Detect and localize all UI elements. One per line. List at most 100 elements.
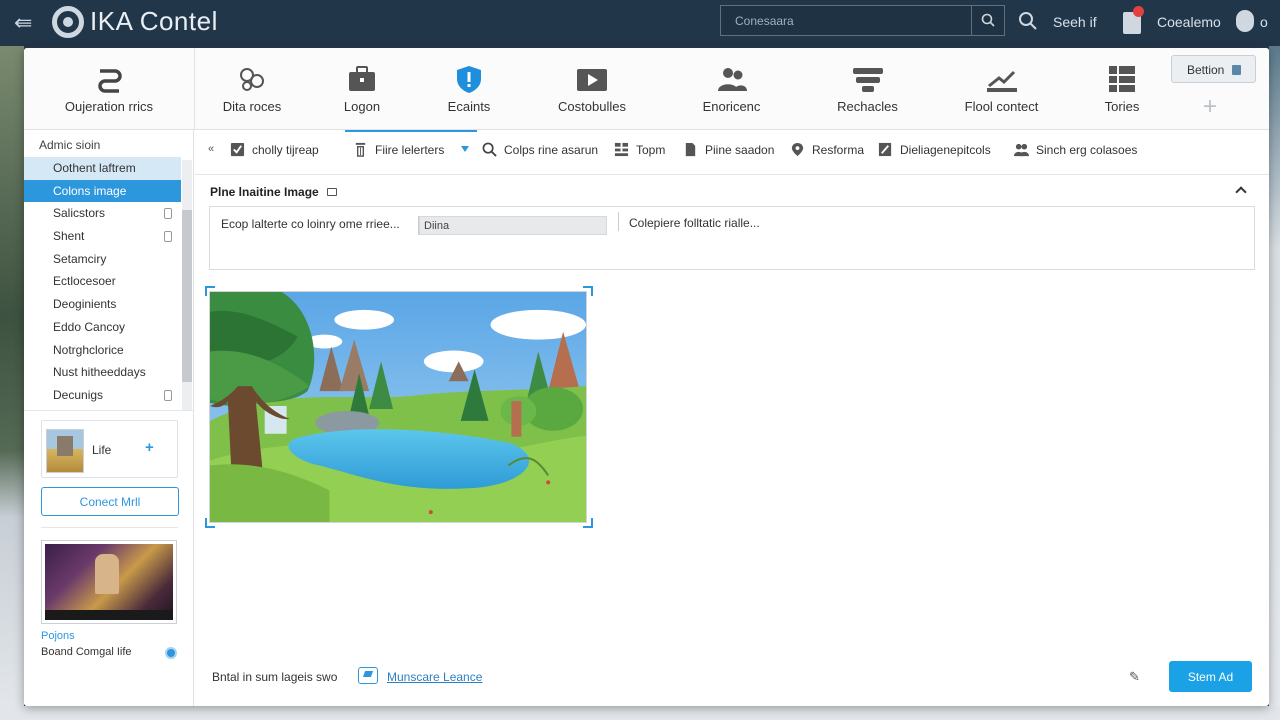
sidebar-item[interactable]: Ectlocesoer bbox=[24, 270, 181, 293]
edit-icon[interactable]: ✎ bbox=[1129, 669, 1140, 685]
microphone-icon[interactable] bbox=[1236, 10, 1254, 32]
briefcase-icon bbox=[349, 66, 375, 91]
search-icon bbox=[482, 142, 497, 158]
subbar-item-label: Colps rine asarun bbox=[504, 142, 599, 157]
sidebar-item[interactable]: Shent bbox=[24, 225, 181, 248]
toolbar-item-rechacles[interactable]: Rechacles bbox=[830, 48, 905, 130]
submit-button[interactable]: Stem Ad bbox=[1169, 661, 1252, 692]
license-link[interactable]: Munscare Leance bbox=[387, 670, 482, 684]
header-search-button[interactable] bbox=[971, 6, 1004, 35]
subbar-item[interactable]: cholly tijreap bbox=[230, 142, 319, 162]
header-search-box[interactable]: Conesaara bbox=[720, 5, 1005, 36]
back-arrow-icon[interactable]: ⇚ bbox=[14, 10, 32, 36]
subbar-item-label: Resforma bbox=[812, 142, 865, 157]
landscape-image bbox=[209, 291, 587, 523]
sidebar-scrollbar[interactable] bbox=[182, 160, 192, 410]
toolbar-item-tories[interactable]: Tories bbox=[1092, 48, 1152, 130]
toolbar-item-enoricenc[interactable]: Enoricenc bbox=[694, 48, 769, 130]
toolbar-item-logon[interactable]: Logon bbox=[327, 48, 397, 130]
toolbar-item-operations[interactable]: Oujeration rrics bbox=[24, 48, 194, 130]
user-name[interactable]: Coealemo bbox=[1157, 14, 1221, 30]
subbar-item[interactable]: Sinch erg colasoes bbox=[1014, 142, 1137, 162]
toolbar-item-label: Enoricenc bbox=[702, 99, 761, 114]
toolbar-item-data[interactable]: Dita roces bbox=[212, 48, 292, 130]
sidebar-item[interactable]: Colons image bbox=[24, 179, 181, 203]
footer-note: Bntal in sum lageis swo bbox=[212, 670, 338, 684]
life-thumbnail bbox=[46, 429, 84, 473]
sidebar-item[interactable]: Notrghclorice bbox=[24, 339, 181, 362]
background-bottom-strip bbox=[0, 706, 1280, 720]
license-checkbox[interactable] bbox=[358, 667, 378, 684]
toolbar-item-flool-contect[interactable]: Flool contect bbox=[959, 48, 1044, 130]
sidebar-item[interactable]: Setamciry bbox=[24, 248, 181, 271]
subbar-item[interactable]: Topm bbox=[614, 142, 665, 162]
toolbar-item-costobulles[interactable]: Costobulles bbox=[552, 48, 632, 130]
sidebar-item[interactable]: Eddo Cancoy bbox=[24, 316, 181, 339]
chevron-up-icon[interactable] bbox=[1235, 186, 1247, 198]
image-selection-frame[interactable] bbox=[205, 286, 593, 528]
filter-icon bbox=[355, 143, 366, 158]
sidebar-item-label: Colons image bbox=[53, 183, 127, 198]
connect-button[interactable]: Conect Mrll bbox=[41, 487, 179, 516]
sidebar-divider bbox=[41, 527, 178, 528]
section-button[interactable]: Bettion bbox=[1171, 55, 1256, 83]
chart-icon bbox=[986, 70, 1017, 92]
sidebar-item-label: Setamciry bbox=[53, 251, 107, 266]
add-icon[interactable]: + bbox=[1203, 93, 1217, 121]
sidebar-item-label: Notrghclorice bbox=[53, 342, 124, 357]
chevron-down-icon[interactable] bbox=[461, 146, 469, 152]
sidebar-item[interactable]: Salicstors bbox=[24, 202, 181, 225]
background-left-strip bbox=[0, 46, 24, 720]
life-card[interactable]: Life + bbox=[41, 420, 178, 478]
video-icon bbox=[577, 69, 607, 91]
subbar-item-active[interactable]: Fiire lelerters bbox=[353, 142, 444, 162]
lock-icon bbox=[164, 231, 172, 243]
subbar-item-label: cholly tijreap bbox=[252, 142, 319, 157]
pojons-label[interactable]: Pojons bbox=[41, 630, 75, 642]
toolbar-item-label: Flool contect bbox=[964, 99, 1039, 114]
sidebar-item-label: Oothent laftrem bbox=[53, 161, 136, 175]
users-icon bbox=[1014, 144, 1029, 157]
sidebar-item[interactable]: Decunigs bbox=[24, 384, 181, 407]
subbar-item[interactable]: Colps rine asarun bbox=[482, 142, 598, 162]
toolbar-item-label: Dita roces bbox=[222, 99, 282, 114]
shield-icon bbox=[457, 66, 481, 93]
users-icon bbox=[717, 68, 747, 91]
section-button-label: Bettion bbox=[1187, 63, 1225, 77]
sidebar-scrollbar-thumb[interactable] bbox=[182, 210, 192, 382]
subbar-item[interactable]: Dieliagenepitcols bbox=[878, 142, 991, 162]
sidebar-item[interactable]: Oothent laftrem bbox=[24, 157, 181, 180]
video-thumbnail[interactable] bbox=[41, 540, 177, 624]
toolbar-item-label: Logon bbox=[343, 99, 381, 114]
notification-badge bbox=[1133, 6, 1144, 17]
radio-icon[interactable] bbox=[165, 647, 177, 659]
sidebar-item[interactable]: Deoginients bbox=[24, 293, 181, 316]
image-icon bbox=[327, 188, 337, 196]
add-icon[interactable]: + bbox=[145, 439, 154, 456]
header-search-link[interactable]: Seeh if bbox=[1053, 14, 1097, 30]
field-input[interactable]: Diina bbox=[419, 216, 607, 235]
subbar-item-label: Topm bbox=[636, 142, 666, 157]
toolbar-divider bbox=[194, 48, 195, 130]
lock-icon bbox=[164, 208, 172, 220]
sidebar-item[interactable]: Nust hitheeddays bbox=[24, 361, 181, 384]
section-button-icon bbox=[1232, 65, 1241, 75]
main-toolbar: Oujeration rrics Dita roces Logon Ecaint… bbox=[24, 48, 1269, 130]
content-dialog: Oujeration rrics Dita roces Logon Ecaint… bbox=[24, 48, 1269, 706]
sidebar-item-label: Ectlocesoer bbox=[53, 274, 116, 289]
app-title: IKA Contel bbox=[90, 6, 218, 36]
brand-label: Boand Comgal Iife bbox=[41, 646, 132, 658]
document-icon bbox=[685, 143, 696, 157]
search-icon[interactable] bbox=[1018, 11, 1038, 31]
toolbar-item-label: Tories bbox=[1104, 99, 1140, 114]
subbar-item[interactable]: Resforma bbox=[790, 142, 864, 162]
grid-icon bbox=[1109, 66, 1135, 92]
secondary-toolbar: « cholly tijreap Fiire lelerters Colps r… bbox=[195, 130, 1269, 175]
collapse-icon[interactable]: « bbox=[208, 143, 214, 163]
toolbar-item-events[interactable]: Ecaints bbox=[434, 48, 504, 130]
toolbar-item-label: Costobulles bbox=[558, 99, 626, 114]
life-card-label: Life bbox=[92, 443, 112, 457]
sidebar-item-label: Salicstors bbox=[53, 206, 106, 221]
subbar-item[interactable]: Piine saadon bbox=[683, 142, 774, 162]
sidebar-item-label: Deoginients bbox=[53, 297, 117, 312]
